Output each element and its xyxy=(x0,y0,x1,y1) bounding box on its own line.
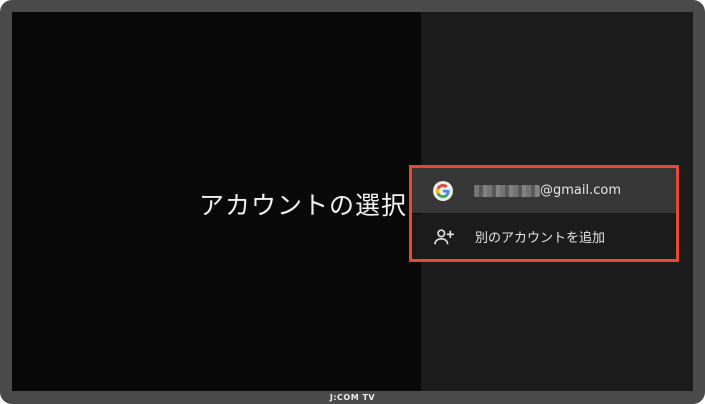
account-email: @gmail.com xyxy=(474,183,621,198)
redacted-username xyxy=(474,184,540,197)
device-brand-label: J:COM TV xyxy=(329,393,376,402)
add-account-item[interactable]: 別のアカウントを追加 xyxy=(412,214,676,259)
account-list-highlight: @gmail.com 別のアカウントを追加 xyxy=(409,165,679,262)
google-g-icon xyxy=(433,180,453,201)
person-add-icon xyxy=(433,227,455,247)
add-account-label: 別のアカウントを追加 xyxy=(475,231,606,246)
page-title: アカウントの選択 xyxy=(198,191,407,220)
account-item-google[interactable]: @gmail.com xyxy=(412,168,676,213)
tv-bezel: アカウントの選択 @gmail.com 別のアカウントを追加 J:COM TV xyxy=(0,0,705,404)
email-domain: @gmail.com xyxy=(540,183,622,198)
